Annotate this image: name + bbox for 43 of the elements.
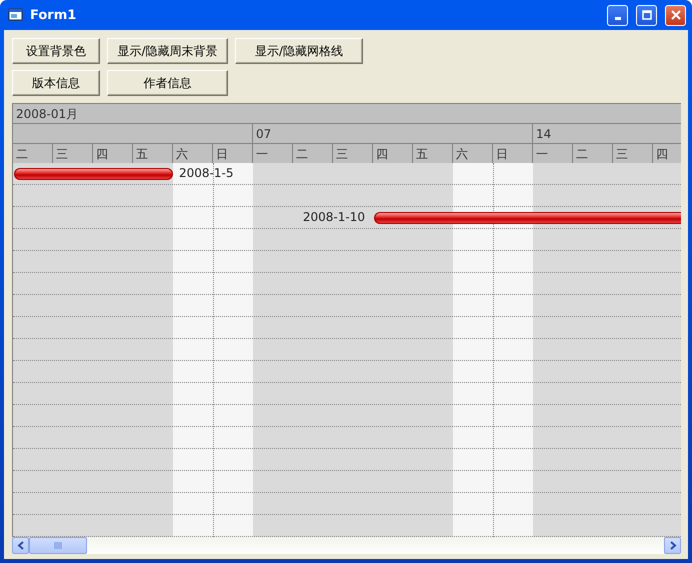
- command-button[interactable]: 版本信息: [12, 70, 100, 96]
- scroll-thumb[interactable]: [29, 537, 87, 554]
- horizontal-scrollbar[interactable]: [12, 537, 681, 554]
- maximize-button[interactable]: [636, 4, 657, 26]
- grip-icon: [54, 542, 62, 549]
- day-header: 一: [253, 143, 293, 163]
- close-button[interactable]: [665, 4, 686, 26]
- day-header: 六: [173, 143, 213, 163]
- day-header: 五: [413, 143, 453, 163]
- scroll-right-button[interactable]: [664, 537, 681, 554]
- day-header: 三: [613, 143, 653, 163]
- day-header: 二: [293, 143, 333, 163]
- task-date: 2008-1-5: [179, 166, 234, 180]
- task-bar-segment[interactable]: [374, 212, 413, 224]
- day-header: 二: [13, 143, 53, 163]
- command-button[interactable]: 显示/隐藏网格线: [235, 38, 363, 64]
- window-title: Form1: [30, 8, 78, 22]
- command-button[interactable]: 显示/隐藏周末背景: [107, 38, 228, 64]
- week-header: 07: [253, 123, 533, 143]
- close-icon: [670, 10, 680, 20]
- form-icon: [8, 8, 24, 22]
- day-header: 三: [53, 143, 93, 163]
- chevron-right-icon: [668, 541, 676, 550]
- command-button[interactable]: 作者信息: [107, 70, 228, 96]
- day-header: 二: [573, 143, 613, 163]
- day-header: 日: [213, 143, 253, 163]
- task-bar-segment[interactable]: [653, 212, 681, 224]
- command-button[interactable]: 设置背景色: [12, 38, 100, 64]
- day-header: 一: [533, 143, 573, 163]
- minimize-button[interactable]: [607, 4, 628, 26]
- minimize-icon: [614, 16, 620, 20]
- maximize-icon: [642, 10, 652, 20]
- day-header: 四: [93, 143, 133, 163]
- scroll-left-button[interactable]: [12, 537, 29, 554]
- day-header: 六: [453, 143, 493, 163]
- task-bar-segment[interactable]: [14, 168, 53, 180]
- task-date: 2008-1-10: [302, 210, 365, 224]
- day-header: 四: [373, 143, 413, 163]
- chevron-left-icon: [16, 541, 24, 550]
- day-header: 五: [133, 143, 173, 163]
- task-bar-segment[interactable]: [133, 168, 173, 180]
- day-header: 日: [493, 143, 533, 163]
- day-header: 三: [333, 143, 373, 163]
